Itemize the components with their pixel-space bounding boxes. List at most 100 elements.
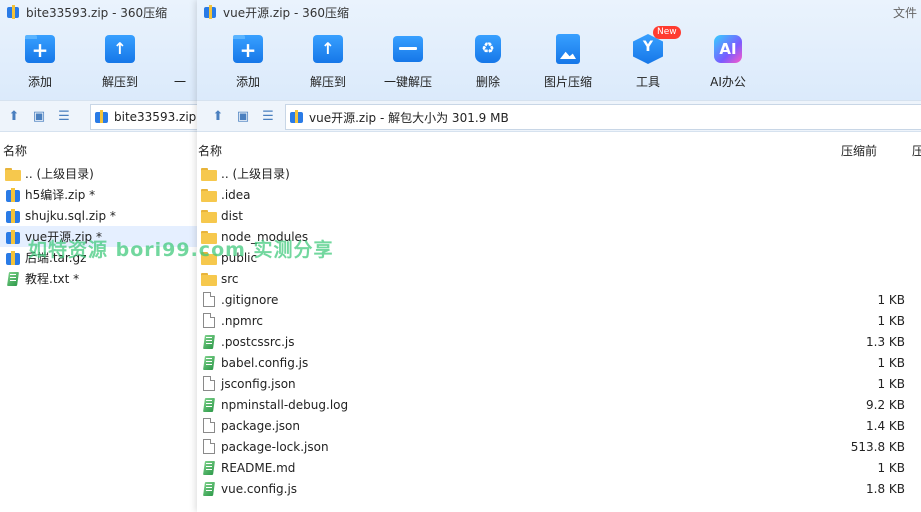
file-row[interactable]: 后端.tar.gz	[0, 247, 199, 268]
up-arrow-icon[interactable]: ⬆	[207, 109, 229, 124]
file-size: 1 KB	[877, 376, 905, 391]
tools-label: 工具	[635, 75, 660, 89]
right-toolbar: + 添加 ↑ 解压到 一键解压 ♻ 删除 图片压缩 Y New 工具 AI AI…	[208, 26, 768, 90]
right-window-title: vue开源.zip - 360压缩	[223, 5, 350, 20]
file-row[interactable]: README.md 1 KB	[197, 457, 921, 478]
left-archive-window: bite33593.zip - 360压缩 + 添加 ↑ 解压到 一 ⬆ ▣ ☰…	[0, 0, 200, 512]
folder-icon	[201, 229, 217, 245]
file-row[interactable]: .idea	[197, 184, 921, 205]
right-path-text: vue开源.zip - 解包大小为 301.9 MB	[309, 110, 509, 125]
left-oneclick-label-partial: 一	[173, 75, 186, 89]
file-row[interactable]: jsconfig.json 1 KB	[197, 373, 921, 394]
file-row[interactable]: vue.config.js 1.8 KB	[197, 478, 921, 499]
file-size: 1.4 KB	[866, 418, 905, 433]
add-button[interactable]: + 添加	[208, 34, 288, 90]
left-path-bar[interactable]: bite33593.zip	[90, 104, 199, 130]
script-icon	[201, 397, 217, 413]
left-extract-button[interactable]: ↑ 解压到	[80, 34, 160, 90]
left-add-label: 添加	[27, 75, 52, 89]
file-name: .npmrc	[221, 313, 263, 328]
file-name: .. (上级目录)	[25, 167, 94, 181]
file-row[interactable]: .postcssrc.js 1.3 KB	[197, 331, 921, 352]
extract-label: 解压到	[309, 75, 346, 89]
archive-app-icon	[204, 5, 218, 19]
file-name: dist	[221, 208, 243, 223]
file-size: 1.3 KB	[866, 334, 905, 349]
file-size: 513.8 KB	[850, 439, 905, 454]
right-archive-window: vue开源.zip - 360压缩 文件 + 添加 ↑ 解压到 一键解压 ♻ 删…	[197, 0, 921, 512]
file-name: README.md	[221, 460, 296, 475]
oneclick-extract-button[interactable]: 一键解压	[368, 34, 448, 90]
file-name: .gitignore	[221, 292, 279, 307]
image-compress-button[interactable]: 图片压缩	[528, 34, 608, 90]
right-path-bar[interactable]: vue开源.zip - 解包大小为 301.9 MB	[285, 104, 921, 130]
file-name: shujku.sql.zip *	[25, 208, 116, 223]
file-row[interactable]: .gitignore 1 KB	[197, 289, 921, 310]
file-name: 教程.txt *	[25, 272, 80, 286]
script-icon	[201, 460, 217, 476]
file-row[interactable]: node_modules	[197, 226, 921, 247]
file-menu-partial[interactable]: 文件	[893, 4, 917, 21]
left-path-text: bite33593.zip	[114, 110, 197, 124]
left-titlebar: bite33593.zip - 360压缩	[0, 0, 199, 24]
col-name[interactable]: 名称	[198, 142, 222, 159]
col-compressed[interactable]: 压缩前	[841, 142, 877, 159]
file-row[interactable]: public	[197, 247, 921, 268]
file-row[interactable]: .npmrc 1 KB	[197, 310, 921, 331]
tools-icon: Y New	[633, 26, 681, 64]
left-extract-label: 解压到	[101, 75, 138, 89]
left-add-button[interactable]: + 添加	[0, 34, 80, 90]
zip-icon	[5, 250, 21, 266]
file-size: 1 KB	[877, 355, 905, 370]
folder-icon	[201, 166, 217, 182]
extract-icon: ↑	[313, 34, 343, 64]
left-oneclick-button-partial[interactable]: 一	[160, 34, 199, 90]
list-view-icon[interactable]: ☰	[257, 109, 279, 124]
file-row[interactable]: .. (上级目录)	[0, 163, 199, 184]
file-row[interactable]: h5编译.zip *	[0, 184, 199, 205]
file-row[interactable]: 教程.txt *	[0, 268, 199, 289]
file-row[interactable]: .. (上级目录)	[197, 163, 921, 184]
script-icon	[5, 271, 21, 287]
ai-office-button[interactable]: AI AI办公	[688, 34, 768, 90]
file-name: 后端.tar.gz	[25, 251, 87, 265]
file-name: vue开源.zip *	[25, 230, 102, 244]
file-row[interactable]: package-lock.json 513.8 KB	[197, 436, 921, 457]
delete-button[interactable]: ♻ 删除	[448, 34, 528, 90]
folder-icon	[201, 250, 217, 266]
file-row[interactable]: src	[197, 268, 921, 289]
file-row[interactable]: babel.config.js 1 KB	[197, 352, 921, 373]
view-icon[interactable]: ▣	[28, 109, 50, 124]
file-row[interactable]: npminstall-debug.log 9.2 KB	[197, 394, 921, 415]
col-extra-partial[interactable]: 压	[912, 142, 921, 159]
file-row[interactable]: shujku.sql.zip *	[0, 205, 199, 226]
file-icon	[203, 439, 215, 454]
file-name: npminstall-debug.log	[221, 397, 349, 412]
file-name: .postcssrc.js	[221, 334, 295, 349]
file-size: 1 KB	[877, 460, 905, 475]
oneclick-extract-label: 一键解压	[383, 75, 432, 89]
zip-icon	[5, 187, 21, 203]
folder-icon	[201, 271, 217, 287]
tools-button[interactable]: Y New 工具	[608, 26, 688, 90]
zip-icon	[290, 110, 304, 124]
list-view-icon[interactable]: ☰	[53, 109, 75, 124]
right-file-list: .. (上级目录) .idea dist node_modulespublic src.…	[197, 163, 921, 499]
file-size: 1 KB	[877, 313, 905, 328]
right-toolbar-area: vue开源.zip - 360压缩 文件 + 添加 ↑ 解压到 一键解压 ♻ 删…	[197, 0, 921, 100]
file-name: node_modules	[221, 229, 309, 244]
file-name: .idea	[221, 187, 251, 202]
extract-button[interactable]: ↑ 解压到	[288, 34, 368, 90]
view-icon[interactable]: ▣	[232, 109, 254, 124]
file-row[interactable]: dist	[197, 205, 921, 226]
up-arrow-icon[interactable]: ⬆	[3, 109, 25, 124]
file-name: babel.config.js	[221, 355, 309, 370]
ai-office-label: AI办公	[710, 75, 746, 89]
zip-icon	[5, 229, 21, 245]
file-row[interactable]: vue开源.zip *	[0, 226, 199, 247]
ai-icon-text: AI	[714, 35, 742, 63]
left-col-name[interactable]: 名称	[3, 142, 27, 159]
file-name: h5编译.zip *	[25, 188, 96, 202]
right-column-header: 名称 压缩前 压	[197, 142, 921, 158]
file-row[interactable]: package.json 1.4 KB	[197, 415, 921, 436]
